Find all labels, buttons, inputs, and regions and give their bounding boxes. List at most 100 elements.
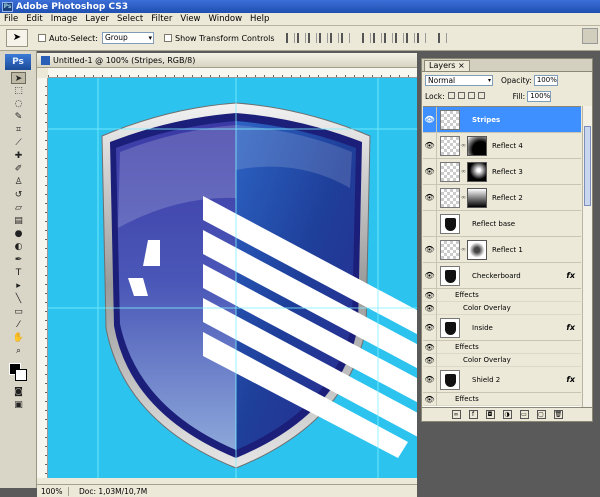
visibility-eye-icon[interactable]: 👁 bbox=[423, 392, 437, 406]
visibility-eye-icon[interactable]: 👁 bbox=[423, 184, 437, 211]
tab-layers[interactable]: Layers × bbox=[424, 60, 470, 71]
color-swatches[interactable] bbox=[0, 361, 36, 385]
effects-row[interactable]: 👁 Effects bbox=[423, 340, 581, 354]
delete-layer-icon[interactable]: 🗑 bbox=[553, 410, 563, 419]
vertical-ruler[interactable] bbox=[37, 78, 48, 478]
effect-row-color-overlay[interactable]: 👁 Color Overlay bbox=[423, 353, 581, 367]
panel-well-button[interactable] bbox=[582, 28, 598, 44]
eraser-tool-icon[interactable]: ▱ bbox=[11, 202, 26, 214]
menu-select[interactable]: Select bbox=[113, 14, 147, 24]
layer-row-stripes[interactable]: 👁 Stripes bbox=[423, 107, 581, 133]
align-top-icon[interactable] bbox=[285, 33, 295, 43]
layer-mask-thumbnail[interactable] bbox=[467, 135, 487, 156]
lock-position-icon[interactable] bbox=[467, 91, 475, 99]
fx-icon[interactable]: fx bbox=[566, 271, 575, 280]
distribute-hcenter-icon[interactable] bbox=[405, 33, 415, 43]
layer-row-reflect-3[interactable]: 👁 ∞ Reflect 3 bbox=[423, 158, 581, 185]
align-hcenter-icon[interactable] bbox=[329, 33, 339, 43]
zoom-level[interactable]: 100% bbox=[37, 486, 69, 496]
effects-row[interactable]: 👁 Effects bbox=[423, 288, 581, 302]
align-right-icon[interactable] bbox=[340, 33, 350, 43]
show-transform-checkbox[interactable] bbox=[163, 34, 172, 42]
layer-mask-thumbnail[interactable] bbox=[467, 187, 487, 208]
visibility-eye-icon[interactable]: 👁 bbox=[423, 314, 437, 341]
new-layer-icon[interactable]: ▢ bbox=[536, 410, 546, 419]
menu-help[interactable]: Help bbox=[246, 14, 273, 24]
add-mask-icon[interactable]: ◘ bbox=[485, 410, 495, 419]
type-tool-icon[interactable]: T bbox=[11, 267, 26, 279]
visibility-eye-icon[interactable]: 👁 bbox=[423, 288, 437, 302]
menu-view[interactable]: View bbox=[176, 14, 204, 24]
lock-transparency-icon[interactable] bbox=[447, 91, 455, 99]
history-brush-icon[interactable]: ↺ bbox=[11, 189, 26, 201]
slice-tool-icon[interactable]: ⟋ bbox=[11, 137, 26, 149]
pen-tool-icon[interactable]: ✒ bbox=[11, 254, 26, 266]
fill-input[interactable]: 100% bbox=[527, 90, 552, 102]
visibility-eye-icon[interactable]: 👁 bbox=[423, 301, 437, 315]
auto-select-checkbox[interactable] bbox=[38, 34, 46, 42]
layer-row-reflect-base[interactable]: Reflect base bbox=[423, 210, 581, 237]
align-vcenter-icon[interactable] bbox=[296, 33, 306, 43]
notes-tool-icon[interactable]: ▭ bbox=[11, 306, 26, 318]
adjustment-layer-icon[interactable]: ◑ bbox=[502, 410, 512, 419]
visibility-eye-icon[interactable]: 👁 bbox=[423, 132, 437, 159]
lock-pixels-icon[interactable] bbox=[457, 91, 465, 99]
distribute-top-icon[interactable] bbox=[361, 33, 371, 43]
layer-row-shield-2[interactable]: 👁 Shield 2 fx bbox=[423, 366, 581, 393]
move-tool-icon[interactable]: ➤ bbox=[11, 72, 26, 84]
healing-brush-icon[interactable]: ✚ bbox=[11, 150, 26, 162]
layer-row-reflect-1[interactable]: 👁 ∞ Reflect 1 bbox=[423, 236, 581, 263]
menu-image[interactable]: Image bbox=[47, 14, 82, 24]
fx-icon[interactable]: fx bbox=[566, 323, 575, 332]
lasso-tool-icon[interactable]: ◌ bbox=[11, 98, 26, 110]
visibility-eye-icon[interactable]: 👁 bbox=[423, 353, 437, 367]
visibility-eye-empty[interactable] bbox=[423, 210, 437, 237]
visibility-eye-icon[interactable]: 👁 bbox=[423, 236, 437, 263]
distribute-left-icon[interactable] bbox=[394, 33, 404, 43]
layer-row-inside[interactable]: 👁 Inside fx bbox=[423, 314, 581, 341]
opacity-input[interactable]: 100% bbox=[533, 74, 558, 86]
align-left-icon[interactable] bbox=[318, 33, 328, 43]
gradient-tool-icon[interactable]: ▤ bbox=[11, 215, 26, 227]
crop-tool-icon[interactable]: ⌗ bbox=[11, 124, 26, 136]
menu-layer[interactable]: Layer bbox=[81, 14, 113, 24]
document-title-bar[interactable]: Untitled-1 @ 100% (Stripes, RGB/8) bbox=[37, 53, 417, 68]
eyedropper-tool-icon[interactable]: ⁄ bbox=[11, 319, 26, 331]
visibility-eye-icon[interactable]: 👁 bbox=[423, 107, 437, 133]
lock-all-icon[interactable] bbox=[477, 91, 485, 99]
ps-logo[interactable]: Ps bbox=[5, 54, 31, 70]
hand-tool-icon[interactable]: ✋ bbox=[11, 332, 26, 344]
align-bottom-icon[interactable] bbox=[307, 33, 317, 43]
distribute-vcenter-icon[interactable] bbox=[372, 33, 382, 43]
layers-scrollbar[interactable] bbox=[582, 106, 592, 407]
move-tool-preset-button[interactable]: ➤ bbox=[6, 29, 28, 47]
visibility-eye-icon[interactable]: 👁 bbox=[423, 366, 437, 393]
line-tool-icon[interactable]: ╲ bbox=[11, 293, 26, 305]
scrollbar-thumb[interactable] bbox=[584, 126, 591, 206]
layer-row-reflect-4[interactable]: 👁 ∞ Reflect 4 bbox=[423, 132, 581, 159]
marquee-tool-icon[interactable]: ⬚ bbox=[11, 85, 26, 97]
distribute-bottom-icon[interactable] bbox=[383, 33, 393, 43]
quick-selection-tool-icon[interactable]: ✎ bbox=[11, 111, 26, 123]
close-tab-icon[interactable]: × bbox=[458, 61, 465, 70]
document-size[interactable]: Doc: 1,03M/10,7M bbox=[69, 487, 147, 496]
menu-edit[interactable]: Edit bbox=[22, 14, 46, 24]
screen-mode-icon[interactable]: ▣ bbox=[11, 399, 26, 411]
background-color-swatch[interactable] bbox=[15, 369, 27, 381]
quick-mask-icon[interactable]: ◙ bbox=[11, 386, 26, 398]
effect-row-color-overlay[interactable]: 👁 Color Overlay bbox=[423, 301, 581, 315]
visibility-eye-icon[interactable]: 👁 bbox=[423, 262, 437, 289]
clone-stamp-icon[interactable]: ♙ bbox=[11, 176, 26, 188]
auto-select-dropdown[interactable]: Group bbox=[101, 32, 154, 44]
link-layers-icon[interactable]: ∞ bbox=[451, 410, 461, 419]
zoom-tool-icon[interactable]: ⌕ bbox=[11, 345, 26, 357]
visibility-eye-icon[interactable]: 👁 bbox=[423, 158, 437, 185]
document-canvas[interactable] bbox=[48, 78, 417, 478]
layer-row-checkerboard[interactable]: 👁 Checkerboard fx bbox=[423, 262, 581, 289]
menu-file[interactable]: File bbox=[0, 14, 22, 24]
blend-mode-dropdown[interactable]: Normal bbox=[425, 74, 493, 86]
distribute-right-icon[interactable] bbox=[416, 33, 426, 43]
blur-tool-icon[interactable]: ● bbox=[11, 228, 26, 240]
layer-mask-thumbnail[interactable] bbox=[467, 161, 487, 182]
add-style-icon[interactable]: f bbox=[468, 410, 478, 419]
